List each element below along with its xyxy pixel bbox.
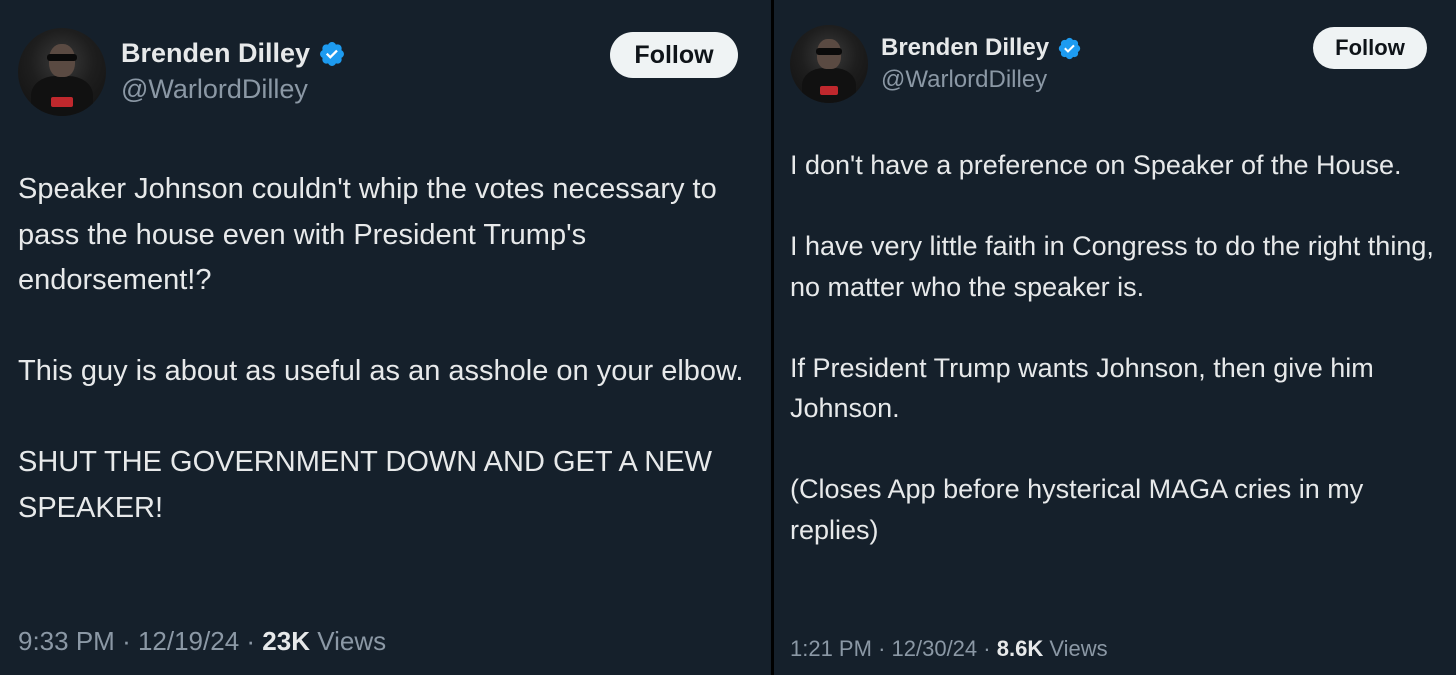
views-count: 8.6K (996, 636, 1044, 661)
tweet-card: Brenden Dilley @WarlordDilley Follow I d… (774, 0, 1456, 675)
verified-badge-icon (318, 40, 346, 68)
tweet-card: Brenden Dilley @WarlordDilley Follow Spe… (0, 0, 771, 675)
tweet-time[interactable]: 9:33 PM (18, 626, 115, 656)
author-display-name[interactable]: Brenden Dilley (121, 38, 310, 69)
avatar-glasses-shape (815, 48, 843, 55)
tweet-text: Speaker Johnson couldn't whip the votes … (18, 173, 744, 524)
tweet-date[interactable]: 12/30/24 (892, 636, 978, 661)
views-label: Views (1049, 636, 1108, 661)
author-handle[interactable]: @WarlordDilley (881, 66, 1047, 94)
tweet-meta: 9:33 PM · 12/19/24 · 23K Views (18, 626, 386, 657)
author-handle[interactable]: @WarlordDilley (121, 74, 308, 105)
follow-button[interactable]: Follow (1313, 27, 1427, 69)
meta-separator: · (122, 626, 138, 656)
views-count: 23K (262, 626, 310, 656)
tweet-date[interactable]: 12/19/24 (138, 626, 239, 656)
views-label: Views (317, 626, 387, 656)
verified-badge-icon (1057, 36, 1082, 61)
avatar-red-mark (819, 85, 839, 96)
avatar[interactable] (18, 28, 106, 116)
meta-separator: · (983, 636, 997, 661)
screenshot-composite: Brenden Dilley @WarlordDilley Follow Spe… (0, 0, 1456, 675)
tweet-time[interactable]: 1:21 PM (790, 636, 872, 661)
avatar-red-mark (51, 96, 73, 108)
follow-button[interactable]: Follow (610, 32, 738, 78)
meta-separator: · (246, 626, 263, 656)
avatar-glasses-shape (47, 54, 77, 62)
avatar[interactable] (790, 25, 868, 103)
author-name-row: Brenden Dilley (881, 34, 1082, 62)
author-display-name[interactable]: Brenden Dilley (881, 34, 1049, 62)
author-name-row: Brenden Dilley (121, 38, 346, 69)
meta-separator: · (878, 636, 892, 661)
tweet-text: I don't have a preference on Speaker of … (790, 150, 1434, 545)
tweet-meta: 1:21 PM · 12/30/24 · 8.6K Views (790, 636, 1108, 662)
